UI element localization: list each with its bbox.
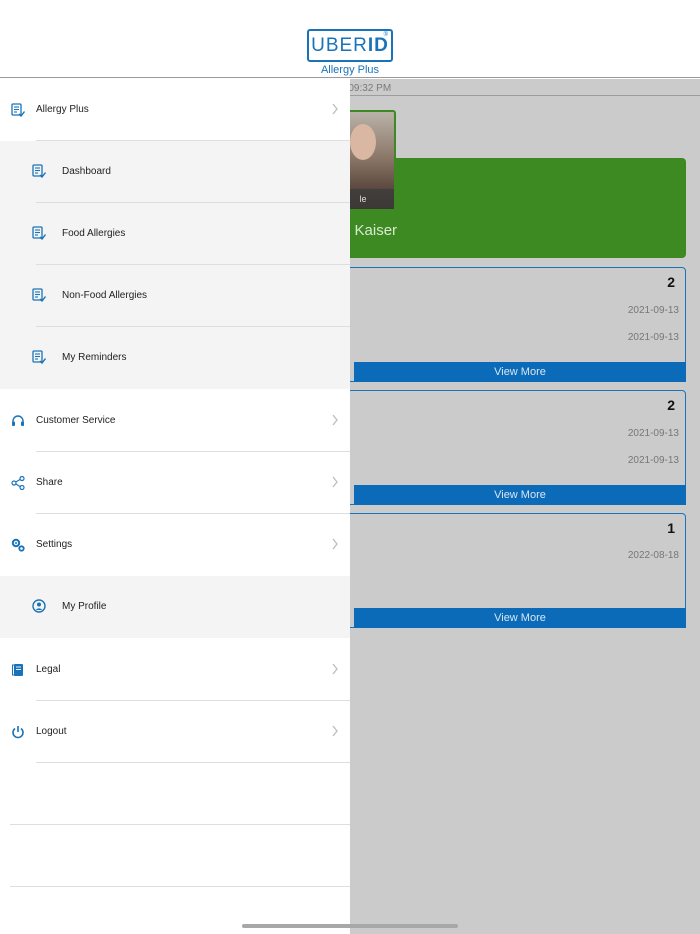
card-count: 2 xyxy=(667,274,675,290)
menu-item-label: Share xyxy=(36,477,63,488)
chevron-right-icon xyxy=(332,663,338,675)
menu-item-settings[interactable]: Settings xyxy=(0,514,350,576)
book-icon xyxy=(11,663,25,677)
menu-item-label: Logout xyxy=(36,726,67,737)
menu-item-label: Customer Service xyxy=(36,415,116,426)
card-count: 1 xyxy=(667,520,675,536)
menu-item-label: Food Allergies xyxy=(62,228,126,239)
empty-row xyxy=(0,763,350,825)
menu-item-customer-service[interactable]: Customer Service xyxy=(0,390,350,452)
home-indicator[interactable] xyxy=(242,924,458,928)
gears-icon xyxy=(11,538,25,552)
checklist-icon xyxy=(11,103,25,117)
checklist-icon xyxy=(32,164,46,178)
app-header: UBER ID ® Allergy Plus xyxy=(0,0,700,78)
view-more-button[interactable]: View More xyxy=(354,485,686,505)
chevron-right-icon xyxy=(332,476,338,488)
power-icon xyxy=(11,725,25,739)
card-date: 2021-09-13 xyxy=(627,428,679,439)
card-date: 2022-08-18 xyxy=(627,550,679,561)
side-drawer: Allergy Plus Dashboard Food Allergies No… xyxy=(0,79,350,934)
profile-icon xyxy=(32,599,46,613)
summary-card: 1 2022-08-18 View More xyxy=(330,513,686,628)
menu-item-allergy-plus[interactable]: Allergy Plus xyxy=(0,79,350,141)
menu-item-legal[interactable]: Legal xyxy=(0,639,350,701)
menu-item-label: Dashboard xyxy=(62,166,111,177)
menu-item-non-food-allergies[interactable]: Non-Food Allergies xyxy=(0,265,350,327)
summary-card: 2 2021-09-13 2021-09-13 View More xyxy=(330,390,686,505)
view-more-button[interactable]: View More xyxy=(354,608,686,628)
uberid-logo: UBER ID ® xyxy=(307,29,393,62)
checklist-icon xyxy=(32,350,46,364)
divider xyxy=(350,95,700,96)
menu-item-share[interactable]: Share xyxy=(0,452,350,514)
chevron-right-icon xyxy=(332,538,338,550)
logo-registered-mark: ® xyxy=(383,32,389,38)
profile-name: n Kaiser xyxy=(342,222,398,239)
card-date: 2021-09-13 xyxy=(627,455,679,466)
menu-item-label: My Profile xyxy=(62,601,107,612)
menu-item-logout[interactable]: Logout xyxy=(0,701,350,763)
chevron-right-icon xyxy=(332,725,338,737)
card-date: 2021-09-13 xyxy=(627,332,679,343)
logo-text-uber: UBER xyxy=(311,34,368,56)
checklist-icon xyxy=(32,226,46,240)
chevron-right-icon xyxy=(332,414,338,426)
menu-item-my-profile[interactable]: My Profile xyxy=(0,576,350,638)
divider xyxy=(10,886,350,887)
app-subtitle: Allergy Plus xyxy=(320,64,380,76)
share-icon xyxy=(11,476,25,490)
empty-row xyxy=(0,825,350,887)
chevron-right-icon xyxy=(332,103,338,115)
menu-item-label: Non-Food Allergies xyxy=(62,290,148,301)
menu-item-label: Settings xyxy=(36,539,73,550)
menu-item-my-reminders[interactable]: My Reminders xyxy=(0,327,350,389)
checklist-icon xyxy=(32,288,46,302)
menu-item-label: Legal xyxy=(36,664,61,675)
view-more-button[interactable]: View More xyxy=(354,362,686,382)
card-date: 2021-09-13 xyxy=(627,305,679,316)
headset-icon xyxy=(11,414,25,428)
photo-face xyxy=(350,124,376,160)
menu-item-dashboard[interactable]: Dashboard xyxy=(0,141,350,203)
menu-item-label: Allergy Plus xyxy=(36,104,89,115)
menu-item-food-allergies[interactable]: Food Allergies xyxy=(0,203,350,265)
card-count: 2 xyxy=(667,397,675,413)
summary-card: 2 2021-09-13 2021-09-13 View More xyxy=(330,267,686,382)
menu-item-label: My Reminders xyxy=(62,352,127,363)
